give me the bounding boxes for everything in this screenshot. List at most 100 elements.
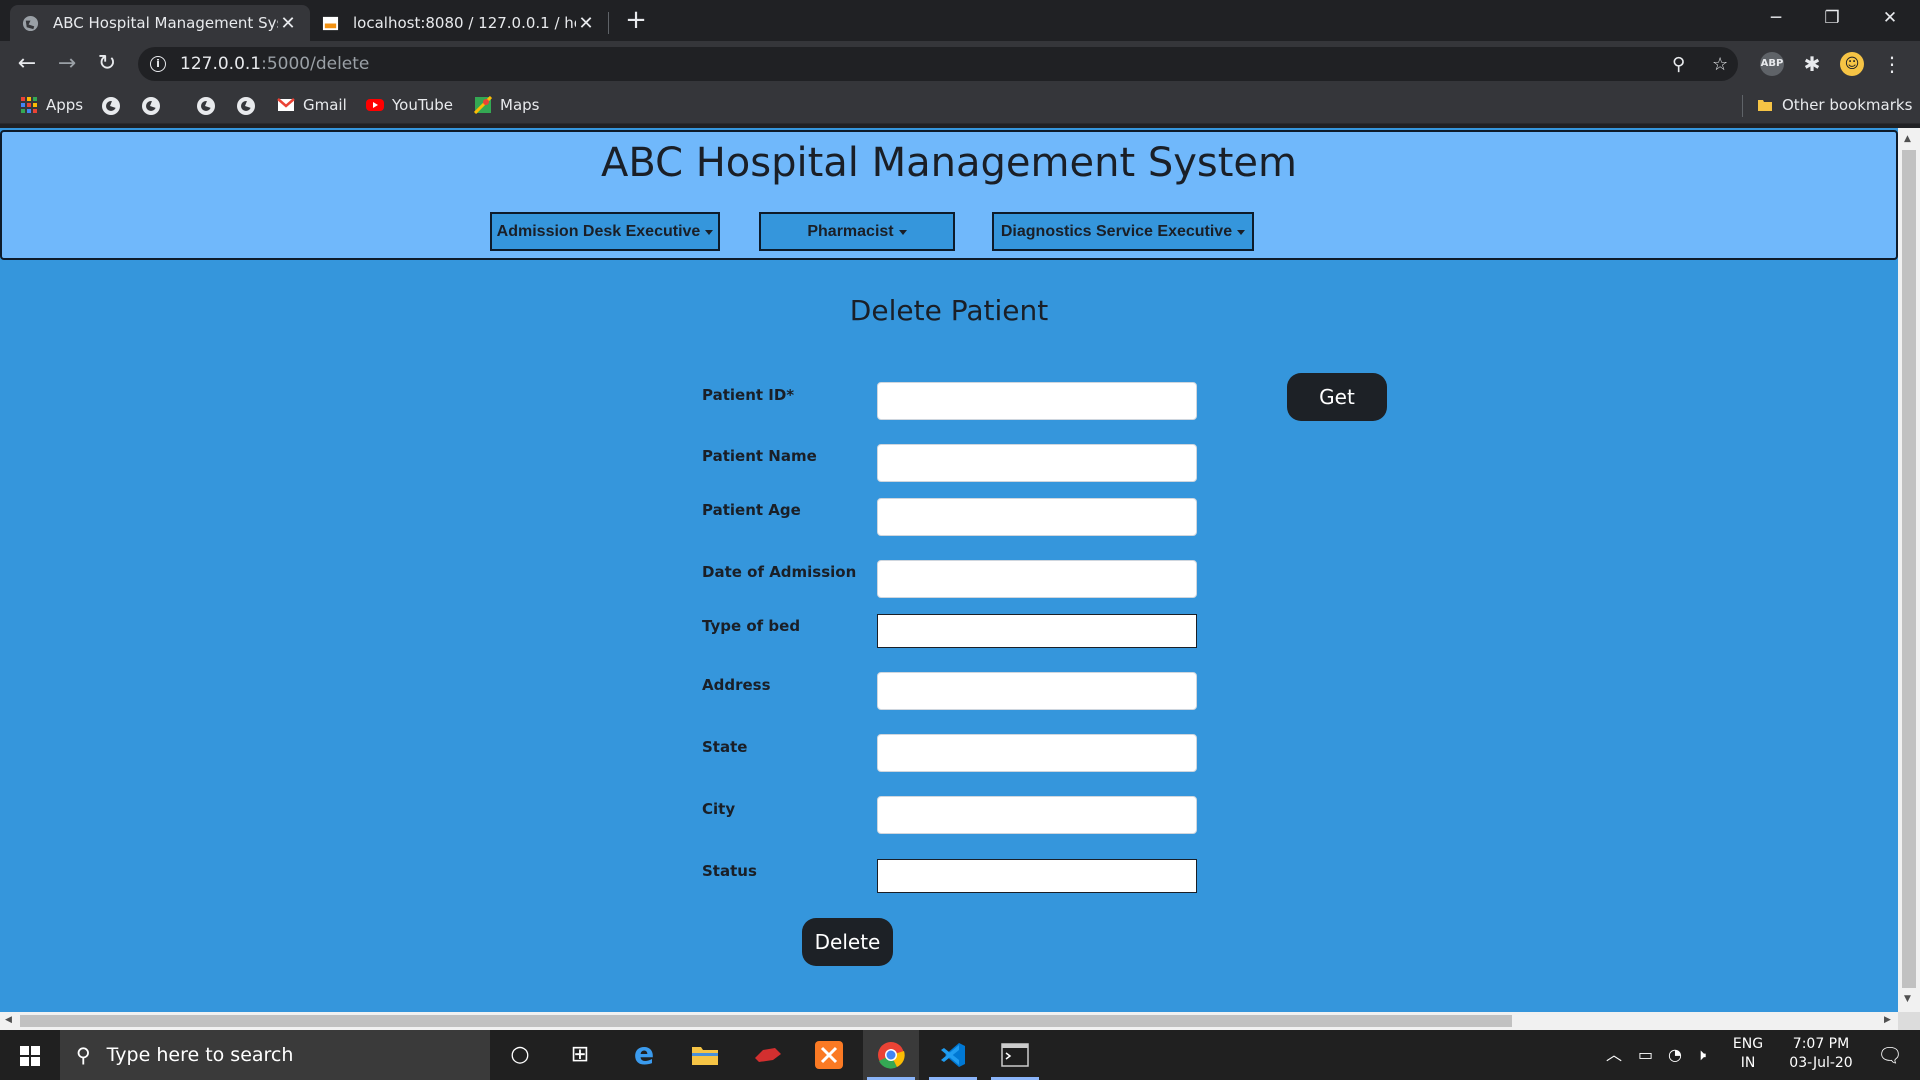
profile-avatar-icon[interactable]: ☺ [1840,52,1864,76]
caret-down-icon [898,230,907,235]
restore-icon[interactable]: ❐ [1804,0,1860,37]
bookmark-apps[interactable]: Apps [20,96,83,114]
scroll-right-icon[interactable]: ▶ [1884,1015,1891,1025]
bookmarks-divider [1742,95,1743,117]
scrollbar-corner [1898,1012,1920,1030]
reload-icon[interactable]: ↻ [92,49,122,79]
extensions-icon[interactable]: ✱ [1800,52,1824,76]
maps-icon [474,96,492,114]
label-address: Address [702,676,771,694]
bookmark-label: Gmail [303,96,347,114]
phpmyadmin-icon [322,16,339,30]
bookmark-other[interactable]: Other bookmarks [1756,96,1912,114]
bookmark-star-icon[interactable]: ☆ [1712,54,1728,75]
tab-hospital[interactable]: ABC Hospital Management Syste ✕ [10,5,310,41]
scroll-up-icon[interactable]: ▲ [1904,134,1911,144]
patient-name-input[interactable] [877,444,1197,482]
close-tab-icon[interactable]: ✕ [278,13,298,34]
taskbar-search[interactable]: ⚲ Type here to search [60,1030,490,1080]
label-patient-age: Patient Age [702,501,801,519]
caret-down-icon [1237,230,1246,235]
bookmark-gmail[interactable]: Gmail [277,96,347,114]
scroll-thumb[interactable] [20,1015,1512,1027]
type-of-bed-select[interactable] [877,614,1197,648]
globe-icon[interactable] [197,97,215,115]
globe-icon[interactable] [237,97,255,115]
menu-label: Diagnostics Service Executive [1000,222,1233,240]
tab-divider [608,12,609,34]
caret-down-icon [705,230,714,235]
menu-admission-desk[interactable]: Admission Desk Executive [490,212,720,251]
clock-time: 7:07 PM [1792,1036,1850,1052]
adblock-icon[interactable]: ABP [1760,52,1784,76]
delete-button[interactable]: Delete [802,918,893,966]
globe-icon[interactable] [142,97,160,115]
zoom-icon[interactable]: ⚲ [1672,54,1685,75]
get-button[interactable]: Get [1287,373,1387,421]
start-button[interactable] [0,1030,60,1080]
scroll-thumb[interactable] [1902,150,1916,988]
bookmark-label: Maps [500,96,540,114]
wifi-icon[interactable]: ◔ [1668,1030,1682,1080]
horizontal-scrollbar[interactable]: ◀ ▶ [0,1012,1898,1030]
info-icon[interactable]: i [150,56,166,72]
vscode-icon[interactable] [925,1030,981,1080]
label-type-of-bed: Type of bed [702,617,801,635]
menu-kebab-icon[interactable]: ⋮ [1880,52,1904,76]
patient-id-input[interactable] [877,382,1197,420]
lang-bottom: IN [1740,1055,1756,1071]
edge-icon[interactable]: e [616,1030,672,1080]
task-view-icon[interactable]: ⊞ [552,1030,608,1080]
bookmark-maps[interactable]: Maps [474,96,539,114]
file-explorer-icon[interactable] [677,1030,733,1080]
address-bar[interactable]: i 127.0.0.1 :5000/delete [138,47,1738,81]
scroll-left-icon[interactable]: ◀ [5,1015,12,1025]
minimize-icon[interactable]: ─ [1748,0,1804,37]
back-icon[interactable]: ← [12,49,42,79]
close-tab-icon[interactable]: ✕ [576,13,596,34]
globe-icon [22,15,39,31]
globe-icon[interactable] [102,97,120,115]
chrome-icon[interactable] [863,1030,919,1080]
url-host: 127.0.0.1 [180,54,262,74]
volume-icon[interactable]: 🕨 [1696,1030,1706,1080]
language-indicator[interactable]: ENG IN [1728,1030,1768,1080]
new-tab-button[interactable]: + [622,6,650,34]
show-hidden-icons-icon[interactable]: ︿ [1606,1030,1622,1080]
clock[interactable]: 7:07 PM 03-Jul-20 [1776,1030,1866,1080]
scroll-down-icon[interactable]: ▼ [1904,994,1911,1004]
close-window-icon[interactable]: ✕ [1862,0,1918,37]
xampp-icon[interactable] [801,1030,857,1080]
address-input[interactable] [877,672,1197,710]
state-input[interactable] [877,734,1197,772]
patient-age-input[interactable] [877,498,1197,536]
cortana-icon[interactable]: ○ [492,1030,548,1080]
app-header: ABC Hospital Management System Admission… [0,130,1898,260]
menu-pharmacist[interactable]: Pharmacist [759,212,955,251]
game-app-icon[interactable] [740,1030,796,1080]
terminal-icon[interactable] [987,1030,1043,1080]
menu-diagnostics[interactable]: Diagnostics Service Executive [992,212,1254,251]
label-date-of-admission: Date of Admission [702,563,857,581]
menu-label: Admission Desk Executive [496,222,701,240]
label-patient-name: Patient Name [702,447,817,465]
browser-toolbar: ← → ↻ i 127.0.0.1 :5000/delete ⚲ ☆ ABP ✱… [0,41,1920,87]
date-of-admission-input[interactable] [877,560,1197,598]
apps-grid-icon [21,97,37,113]
label-patient-id: Patient ID* [702,386,795,404]
lang-top: ENG [1732,1036,1764,1052]
city-input[interactable] [877,796,1197,834]
tab-phpmyadmin[interactable]: localhost:8080 / 127.0.0.1 / hospi ✕ [310,5,608,41]
search-icon: ⚲ [76,1043,91,1067]
battery-icon[interactable]: ▭ [1638,1030,1653,1080]
bookmark-label: YouTube [392,96,453,114]
form-title: Delete Patient [849,294,1049,327]
notifications-icon[interactable]: 🗨 [1868,1030,1912,1080]
status-select[interactable] [877,859,1197,893]
forward-icon[interactable]: → [52,49,82,79]
windows-taskbar: ⚲ Type here to search ○ ⊞ e ︿ ▭ ◔ 🕨 ENG … [0,1030,1920,1080]
bookmark-youtube[interactable]: YouTube [366,96,453,114]
vertical-scrollbar[interactable]: ▲ ▼ [1898,128,1920,1012]
folder-icon [1758,100,1772,111]
page-content: ABC Hospital Management System Admission… [0,128,1898,1012]
